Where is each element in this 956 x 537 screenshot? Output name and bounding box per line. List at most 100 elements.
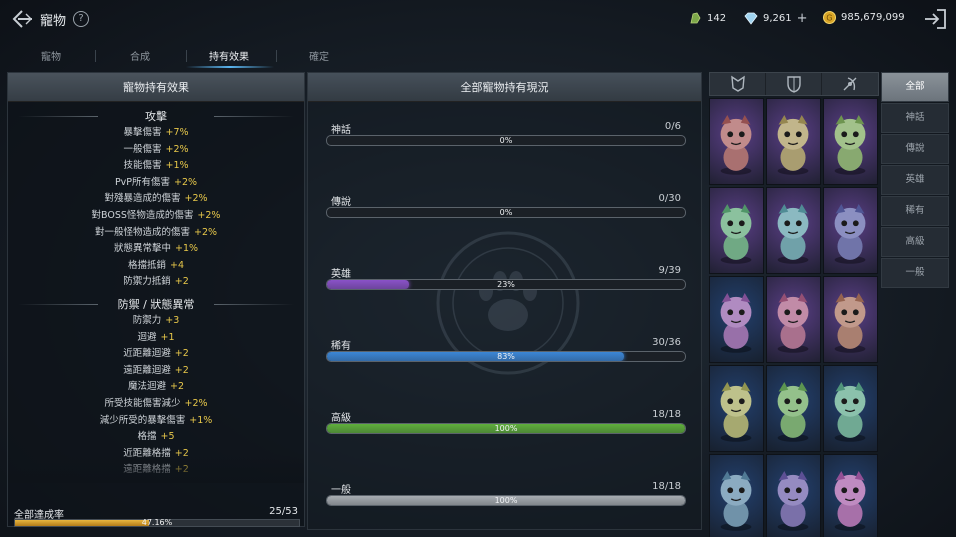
gold-amount: 985,679,099 bbox=[841, 12, 905, 23]
pet-card[interactable] bbox=[766, 454, 821, 537]
tab-divider bbox=[276, 50, 277, 62]
pet-card[interactable] bbox=[823, 276, 878, 363]
tab-pets[interactable]: 寵物 bbox=[41, 48, 61, 63]
pet-card[interactable] bbox=[709, 365, 764, 452]
pet-card[interactable] bbox=[766, 276, 821, 363]
grade-count: 9/39 bbox=[658, 265, 681, 276]
help-button[interactable]: ? bbox=[73, 11, 89, 27]
filter-button[interactable]: 高級 bbox=[881, 227, 949, 257]
effect-label: 防禦力抵銷 bbox=[123, 276, 171, 288]
effect-label: 迴避 bbox=[137, 331, 157, 343]
filter-button[interactable]: 全部 bbox=[881, 72, 949, 102]
effect-row: 近距離迴避 +2 bbox=[8, 346, 304, 363]
back-arrow-icon[interactable] bbox=[10, 8, 34, 30]
effect-value: +2 bbox=[174, 276, 189, 288]
effect-label: 對殘暴造成的傷害 bbox=[104, 193, 181, 205]
effect-value: +4 bbox=[170, 259, 185, 271]
spartan-pet-icon bbox=[777, 382, 809, 442]
mask-spirit-pet-icon bbox=[834, 471, 866, 531]
effect-value: +2% bbox=[184, 397, 208, 409]
filter-button[interactable]: 傳說 bbox=[881, 134, 949, 164]
effect-value: +1% bbox=[165, 160, 189, 172]
pet-card[interactable] bbox=[823, 187, 878, 274]
white-dragon-pet-icon bbox=[720, 293, 752, 353]
effect-label: 遠距離迴避 bbox=[123, 364, 171, 376]
grade-count: 18/18 bbox=[652, 481, 681, 492]
effect-row: 遠距離迴避 +2 bbox=[8, 363, 304, 380]
grade-percent: 100% bbox=[494, 496, 518, 505]
wolf-pet-icon bbox=[720, 204, 752, 264]
effect-label: 一般傷害 bbox=[123, 143, 162, 155]
pet-grid bbox=[709, 72, 879, 537]
mage-class-icon bbox=[843, 77, 857, 91]
pet-card[interactable] bbox=[766, 98, 821, 185]
grade-percent: 83% bbox=[497, 352, 515, 361]
effect-row: 對一般怪物造成的傷害 +2% bbox=[8, 225, 304, 242]
pet-card[interactable] bbox=[709, 454, 764, 537]
status-panel: 全部寵物持有現況 神話 0/6 0% 傳說 0/30 0% 英雄 9/39 23… bbox=[307, 72, 702, 530]
angel-pet-icon bbox=[834, 115, 866, 175]
pet-card[interactable] bbox=[709, 187, 764, 274]
pet-card[interactable] bbox=[766, 187, 821, 274]
grade-count: 30/36 bbox=[652, 337, 681, 348]
page-title: 寵物 bbox=[40, 14, 67, 29]
warrior-class-tab[interactable] bbox=[710, 73, 766, 95]
pet-card[interactable] bbox=[823, 365, 878, 452]
filter-button[interactable]: 一般 bbox=[881, 258, 949, 288]
pet-card[interactable] bbox=[766, 365, 821, 452]
effect-row: 格擋 +5 bbox=[8, 429, 304, 446]
effect-label: 所受技能傷害減少 bbox=[104, 397, 181, 409]
top-bar: 寵物 ? 142 9,261 + G 985,679,099 bbox=[0, 0, 956, 40]
knight-class-icon bbox=[787, 76, 801, 93]
effect-label: 技能傷害 bbox=[123, 160, 162, 172]
pet-card[interactable] bbox=[823, 98, 878, 185]
viking-dwarf-pet-icon bbox=[777, 204, 809, 264]
effect-value: +7% bbox=[165, 127, 189, 138]
grade-progress-bar: 100% bbox=[326, 495, 686, 506]
tab-synthesis[interactable]: 合成 bbox=[130, 48, 150, 63]
grade-count: 18/18 bbox=[652, 409, 681, 420]
knight-class-tab[interactable] bbox=[766, 73, 822, 95]
effect-value: +1% bbox=[174, 243, 199, 255]
effect-value: +3 bbox=[165, 314, 180, 326]
ice-dragon-pet-icon bbox=[720, 382, 752, 442]
exit-icon[interactable] bbox=[923, 8, 947, 30]
effect-value: +2% bbox=[197, 209, 221, 221]
vampire-pet-icon bbox=[777, 115, 809, 175]
effect-value: +2 bbox=[174, 364, 189, 376]
effects-panel-title: 寵物持有效果 bbox=[8, 73, 304, 102]
pet-card[interactable] bbox=[709, 98, 764, 185]
effect-value: +1 bbox=[160, 331, 175, 343]
effect-label: 格擋 bbox=[137, 431, 157, 443]
filter-button[interactable]: 神話 bbox=[881, 103, 949, 133]
grade-name: 一般 bbox=[331, 485, 351, 496]
blonde-elf-pet-icon bbox=[834, 293, 866, 353]
pet-card[interactable] bbox=[823, 454, 878, 537]
warrior-class-icon bbox=[731, 75, 745, 92]
armored-knight-pet-icon bbox=[834, 204, 866, 264]
white-lion-pet-icon bbox=[777, 293, 809, 353]
effect-row: 狀態異常擊中 +1% bbox=[8, 241, 304, 258]
effect-label: 對一般怪物造成的傷害 bbox=[94, 226, 190, 238]
diamond-counter: 9,261 + bbox=[744, 11, 808, 26]
effect-value: +2% bbox=[193, 226, 218, 238]
effect-row: 技能傷害 +1% bbox=[8, 158, 304, 175]
diamond-amount: 9,261 bbox=[763, 13, 792, 24]
achievement-percent: 47.16% bbox=[141, 518, 173, 527]
crystal-counter: 142 bbox=[688, 11, 726, 25]
effect-row: 所受技能傷害減少 +2% bbox=[8, 396, 304, 413]
effect-row: 迴避 +1 bbox=[8, 330, 304, 347]
tab-holding-effect[interactable]: 持有效果 bbox=[209, 48, 249, 63]
class-tab-bar bbox=[709, 72, 879, 96]
effect-value: +1% bbox=[189, 414, 213, 426]
effects-list[interactable]: 攻擊 暴擊傷害 +7% 一般傷害 +2% 技能傷害 +1% PvP所有傷害 +2% 對殘暴造成的傷… bbox=[8, 103, 304, 483]
add-diamond-button[interactable]: + bbox=[797, 11, 808, 26]
effect-label: 狀態異常擊中 bbox=[113, 243, 171, 255]
filter-button[interactable]: 英雄 bbox=[881, 165, 949, 195]
svg-text:G: G bbox=[826, 14, 832, 23]
tab-confirm[interactable]: 確定 bbox=[309, 48, 329, 63]
effect-label: 格擋抵銷 bbox=[127, 259, 166, 271]
mage-class-tab[interactable] bbox=[822, 73, 878, 95]
pet-card[interactable] bbox=[709, 276, 764, 363]
filter-button[interactable]: 稀有 bbox=[881, 196, 949, 226]
